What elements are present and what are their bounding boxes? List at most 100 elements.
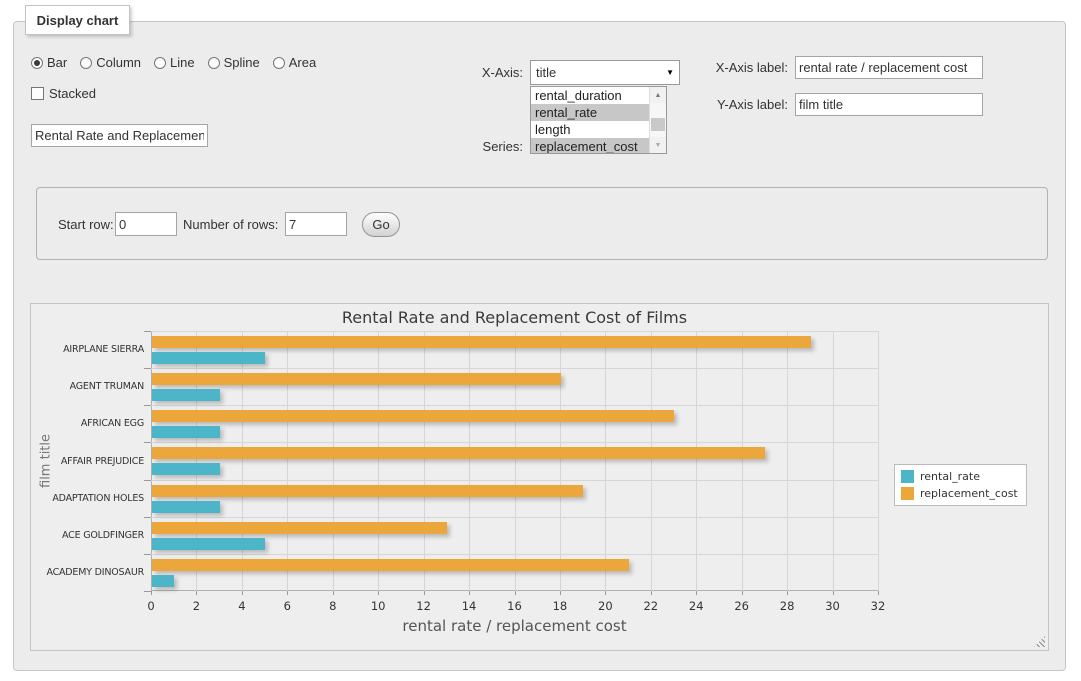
chart-type-label: Bar bbox=[47, 55, 67, 70]
series-option-rental_rate[interactable]: rental_rate bbox=[531, 104, 649, 121]
chart-type-option-area[interactable]: Area bbox=[273, 55, 316, 70]
x-tick-label: 8 bbox=[315, 599, 351, 613]
bar-replacement-cost[interactable] bbox=[152, 522, 447, 534]
series-option-replacement_cost[interactable]: replacement_cost bbox=[531, 138, 649, 153]
x-tick-label: 18 bbox=[542, 599, 578, 613]
x-axis-select[interactable]: title ▼ bbox=[530, 60, 680, 85]
chart-type-radio-line[interactable] bbox=[154, 57, 166, 69]
y-axis-tick bbox=[144, 554, 151, 555]
y-axis-label-field-label: Y-Axis label: bbox=[690, 93, 788, 116]
bar-replacement-cost[interactable] bbox=[152, 336, 811, 348]
chart-type-radio-bar[interactable] bbox=[31, 57, 43, 69]
resize-grip-icon[interactable] bbox=[1034, 636, 1045, 647]
series-option-rental_duration[interactable]: rental_duration bbox=[531, 87, 649, 104]
x-tick-label: 26 bbox=[724, 599, 760, 613]
chart-title-input[interactable] bbox=[31, 124, 208, 147]
number-of-rows-label: Number of rows: bbox=[183, 217, 278, 232]
series-scrollbar[interactable]: ▲ ▼ bbox=[649, 87, 666, 153]
x-axis-tick bbox=[378, 591, 379, 595]
bar-rental-rate[interactable] bbox=[152, 389, 220, 401]
chart-type-option-line[interactable]: Line bbox=[154, 55, 195, 70]
gridline bbox=[151, 442, 878, 443]
y-axis-line bbox=[151, 331, 152, 591]
x-tick-label: 12 bbox=[406, 599, 442, 613]
bar-replacement-cost[interactable] bbox=[152, 485, 583, 497]
x-axis-title: rental rate / replacement cost bbox=[151, 617, 878, 635]
stacked-label: Stacked bbox=[49, 86, 96, 101]
x-tick-label: 22 bbox=[633, 599, 669, 613]
y-axis-tick bbox=[144, 405, 151, 406]
series-select-label: Series: bbox=[440, 138, 523, 155]
bar-rental-rate[interactable] bbox=[152, 575, 174, 587]
chart-type-radio-area[interactable] bbox=[273, 57, 285, 69]
gridline bbox=[833, 331, 834, 591]
chart-type-label: Spline bbox=[224, 55, 260, 70]
chart-type-radio-column[interactable] bbox=[80, 57, 92, 69]
x-axis-tick bbox=[560, 591, 561, 595]
x-axis-tick bbox=[833, 591, 834, 595]
bar-rental-rate[interactable] bbox=[152, 538, 265, 550]
category-label: AIRPLANE SIERRA bbox=[55, 344, 144, 356]
x-axis-tick bbox=[333, 591, 334, 595]
chart-type-option-column[interactable]: Column bbox=[80, 55, 141, 70]
y-axis-label-input[interactable] bbox=[795, 93, 983, 116]
bar-rental-rate[interactable] bbox=[152, 352, 265, 364]
chart-type-option-bar[interactable]: Bar bbox=[31, 55, 67, 70]
gridline bbox=[515, 331, 516, 591]
gridline bbox=[424, 331, 425, 591]
x-axis-tick bbox=[469, 591, 470, 595]
category-label: ADAPTATION HOLES bbox=[55, 492, 144, 504]
gridline bbox=[151, 554, 878, 555]
scroll-track[interactable] bbox=[650, 103, 666, 137]
stacked-checkbox[interactable] bbox=[31, 87, 44, 100]
bar-replacement-cost[interactable] bbox=[152, 447, 765, 459]
chart-type-label: Column bbox=[96, 55, 141, 70]
bar-replacement-cost[interactable] bbox=[152, 559, 629, 571]
series-multiselect[interactable]: rental_durationrental_ratelengthreplacem… bbox=[530, 86, 667, 154]
gridline bbox=[333, 331, 334, 591]
legend-swatch bbox=[901, 487, 914, 500]
x-axis-label-field-label: X-Axis label: bbox=[690, 56, 788, 79]
scroll-down-icon[interactable]: ▼ bbox=[650, 137, 666, 153]
x-tick-label: 32 bbox=[860, 599, 896, 613]
x-tick-label: 24 bbox=[678, 599, 714, 613]
category-label: AFFAIR PREJUDICE bbox=[55, 455, 144, 467]
x-tick-label: 6 bbox=[269, 599, 305, 613]
x-tick-label: 30 bbox=[815, 599, 851, 613]
x-axis-tick bbox=[151, 591, 152, 595]
series-option-length[interactable]: length bbox=[531, 121, 649, 138]
stacked-row: Stacked bbox=[31, 86, 96, 101]
gridline bbox=[742, 331, 743, 591]
x-tick-label: 16 bbox=[497, 599, 533, 613]
gridline bbox=[605, 331, 606, 591]
bar-rental-rate[interactable] bbox=[152, 501, 220, 513]
chart-type-radio-spline[interactable] bbox=[208, 57, 220, 69]
x-axis-label-input[interactable] bbox=[795, 56, 983, 79]
fieldset-legend-title: Display chart bbox=[25, 5, 130, 35]
series-options: rental_durationrental_ratelengthreplacem… bbox=[531, 87, 649, 153]
bar-replacement-cost[interactable] bbox=[152, 373, 561, 385]
category-label: AGENT TRUMAN bbox=[55, 381, 144, 393]
gridline bbox=[242, 331, 243, 591]
x-axis-tick bbox=[515, 591, 516, 595]
number-of-rows-input[interactable] bbox=[285, 212, 347, 236]
scroll-up-icon[interactable]: ▲ bbox=[650, 87, 666, 103]
chart-type-label: Area bbox=[289, 55, 316, 70]
x-axis-tick bbox=[196, 591, 197, 595]
bar-replacement-cost[interactable] bbox=[152, 410, 674, 422]
chart-type-label: Line bbox=[170, 55, 195, 70]
x-axis-tick bbox=[787, 591, 788, 595]
go-button[interactable]: Go bbox=[362, 212, 400, 237]
gridline bbox=[878, 331, 879, 591]
start-row-input[interactable] bbox=[115, 212, 177, 236]
scroll-thumb[interactable] bbox=[651, 118, 665, 131]
gridline bbox=[696, 331, 697, 591]
bar-rental-rate[interactable] bbox=[152, 463, 220, 475]
chart-type-option-spline[interactable]: Spline bbox=[208, 55, 260, 70]
gridline bbox=[196, 331, 197, 591]
dropdown-arrow-icon: ▼ bbox=[666, 68, 674, 77]
chart-container: Rental Rate and Replacement Cost of Film… bbox=[30, 303, 1049, 651]
bar-rental-rate[interactable] bbox=[152, 426, 220, 438]
chart-title: Rental Rate and Replacement Cost of Film… bbox=[151, 308, 878, 327]
x-axis-tick bbox=[605, 591, 606, 595]
